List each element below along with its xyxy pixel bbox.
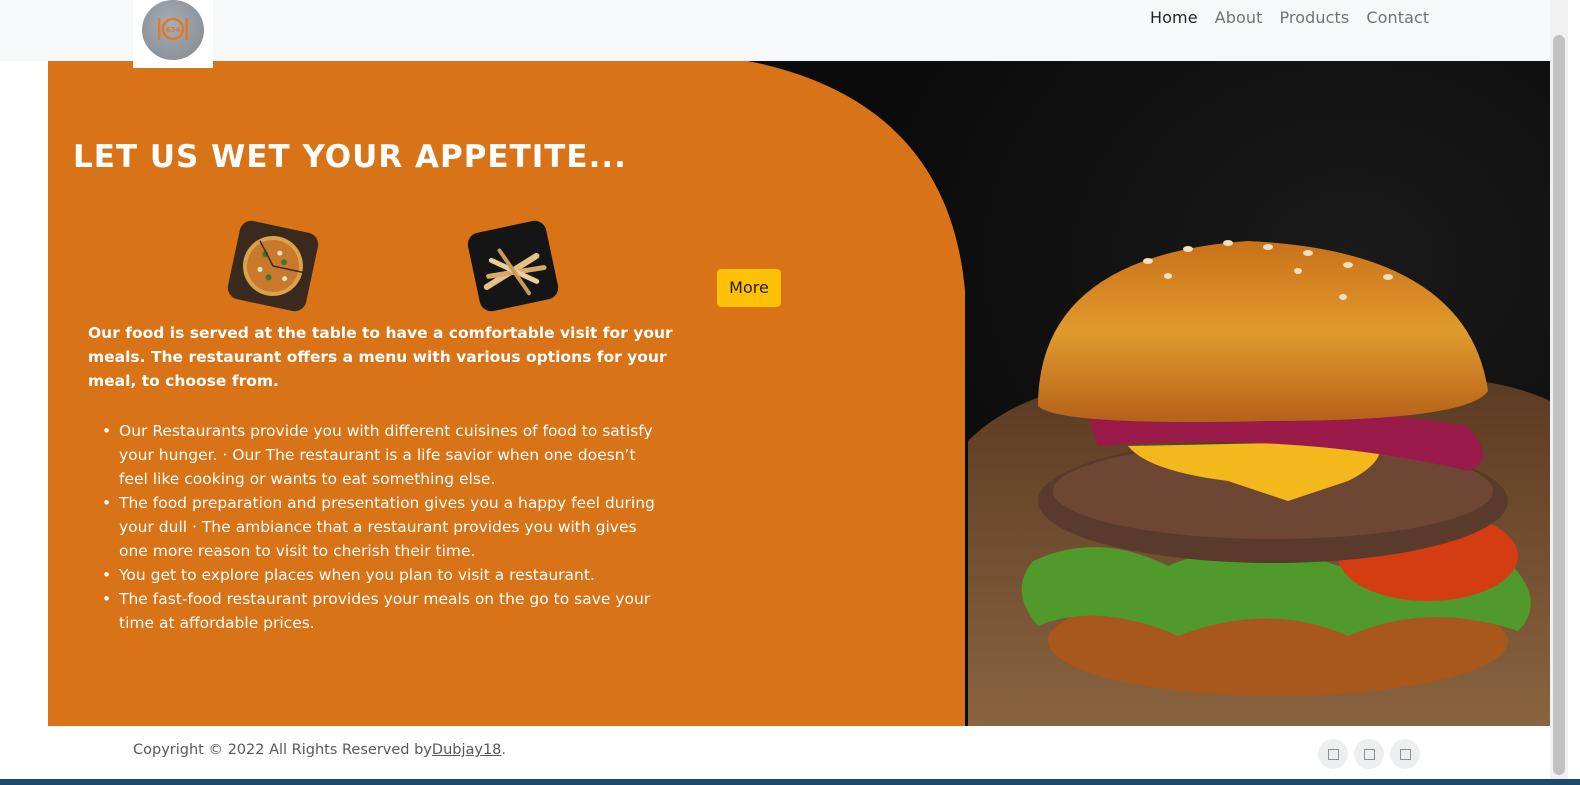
- fries-thumbnail: [465, 218, 561, 314]
- list-item: Our Restaurants provide you with differe…: [102, 419, 662, 491]
- fries-image: [465, 218, 561, 314]
- hero-section: LET US WET YOUR APPETITE... More Our foo…: [48, 61, 1550, 726]
- logo-text: 634: [166, 26, 181, 34]
- list-item: You get to explore places when you plan …: [102, 563, 662, 587]
- more-button[interactable]: More: [717, 269, 781, 307]
- hero-title: LET US WET YOUR APPETITE...: [73, 139, 627, 175]
- nav-contact-link[interactable]: Contact: [1366, 8, 1429, 27]
- social-icon-2[interactable]: [1354, 739, 1384, 769]
- nav-products-link[interactable]: Products: [1279, 8, 1349, 27]
- intro-paragraph: Our food is served at the table to have …: [88, 324, 673, 390]
- copyright-text: Copyright © 2022 All Rights Reserved by: [133, 742, 432, 758]
- pizza-thumbnail: [225, 218, 321, 314]
- author-link[interactable]: Dubjay18: [432, 742, 502, 758]
- list-item: The food preparation and presentation gi…: [102, 491, 662, 563]
- bottom-border: [0, 779, 1580, 785]
- list-item: The fast-food restaurant provides your m…: [102, 587, 662, 635]
- placeholder-glyph-icon: [1363, 748, 1375, 760]
- nav-about-link[interactable]: About: [1215, 8, 1263, 27]
- benefits-list: Our Restaurants provide you with differe…: [102, 419, 662, 635]
- copyright-period: .: [501, 742, 507, 758]
- page: Home About Products Contact 634 LET US W…: [0, 0, 1580, 785]
- footer-copyright: Copyright © 2022 All Rights Reserved byD…: [133, 742, 506, 758]
- logo-link[interactable]: 634: [133, 0, 213, 68]
- scrollbar-thumb[interactable]: [1553, 35, 1565, 775]
- placeholder-glyph-icon: [1327, 748, 1339, 760]
- social-icon-1[interactable]: [1318, 739, 1348, 769]
- pizza-image: [225, 218, 321, 314]
- top-navbar: Home About Products Contact: [0, 0, 1550, 61]
- plate-cutlery-icon: 634: [158, 17, 188, 41]
- main-nav: Home About Products Contact: [1150, 8, 1446, 27]
- nav-home-link[interactable]: Home: [1150, 8, 1198, 27]
- social-icon-3[interactable]: [1390, 739, 1420, 769]
- vertical-scrollbar[interactable]: [1550, 0, 1568, 785]
- placeholder-glyph-icon: [1399, 748, 1411, 760]
- logo-icon: 634: [142, 0, 204, 60]
